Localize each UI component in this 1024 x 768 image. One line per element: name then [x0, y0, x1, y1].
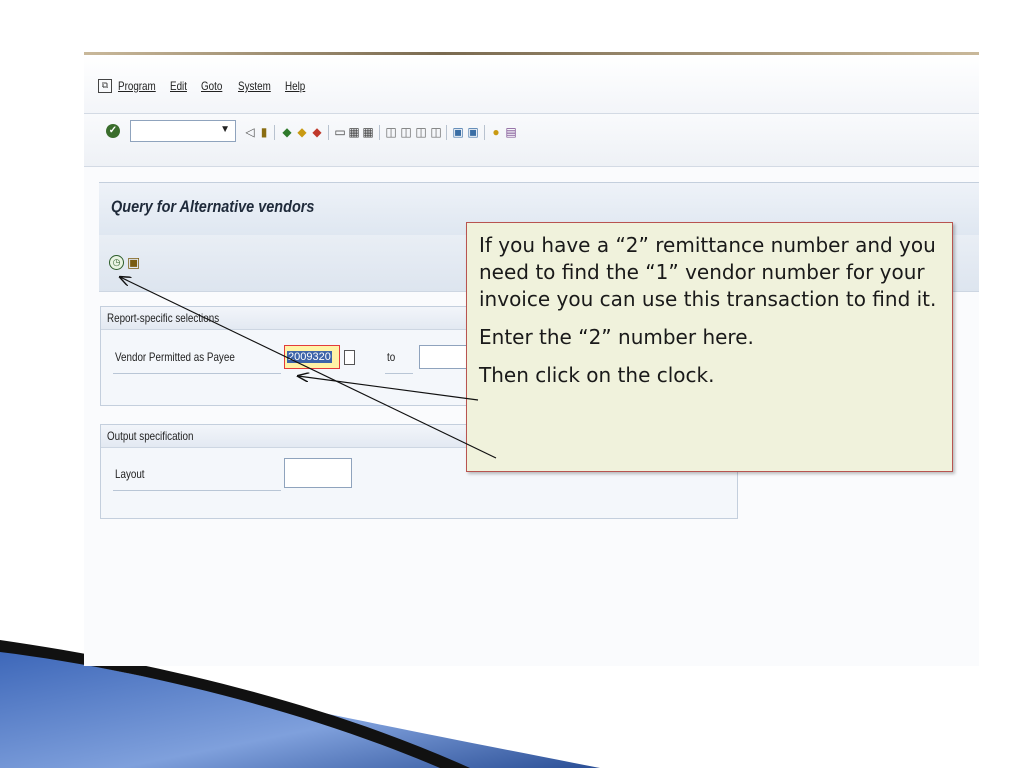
- toolbar-separator: [379, 125, 380, 140]
- callout-text-3: Then click on the clock.: [479, 363, 715, 387]
- instruction-callout: If you have a “2” remittance number and …: [466, 222, 953, 472]
- last-page-icon[interactable]: ◫: [430, 125, 442, 139]
- menu-help[interactable]: Help: [285, 79, 305, 93]
- find-icon[interactable]: ▦: [348, 125, 360, 139]
- menu-bar: ⧉ Program Edit Goto System Help: [84, 55, 979, 114]
- next-page-icon[interactable]: ◫: [415, 125, 427, 139]
- find-next-icon[interactable]: ▦: [362, 125, 374, 139]
- cancel-red-icon[interactable]: ◆: [311, 125, 323, 139]
- layout-label: Layout: [115, 467, 145, 481]
- layout-menu-icon[interactable]: ▤: [505, 125, 517, 139]
- vendor-label: Vendor Permitted as Payee: [115, 350, 235, 364]
- shortcut-icon[interactable]: ▣: [467, 125, 479, 139]
- layout-field[interactable]: [284, 458, 352, 488]
- toolbar-separator: [328, 125, 329, 140]
- menu-goto[interactable]: Goto: [201, 79, 222, 93]
- callout-text-2: Enter the “2” number here.: [479, 325, 754, 349]
- new-session-icon[interactable]: ▣: [452, 125, 464, 139]
- vendor-from-field[interactable]: 2009320: [284, 345, 340, 369]
- menu-program[interactable]: Program: [118, 79, 156, 93]
- label-underline: [385, 373, 413, 374]
- command-field[interactable]: ▼: [130, 120, 236, 142]
- enter-check-icon[interactable]: ✓: [106, 124, 120, 138]
- label-underline: [113, 490, 281, 491]
- output-spec-header: Output specification: [107, 429, 194, 443]
- first-page-icon[interactable]: ◫: [385, 125, 397, 139]
- previous-page-icon[interactable]: ◫: [400, 125, 412, 139]
- print-icon[interactable]: ▭: [334, 125, 346, 139]
- toolbar-separator: [274, 125, 275, 140]
- help-icon[interactable]: ●: [490, 125, 502, 139]
- menu-window-icon[interactable]: ⧉: [98, 79, 112, 93]
- menu-edit[interactable]: Edit: [170, 79, 187, 93]
- execute-clock-icon[interactable]: ◷: [109, 255, 124, 270]
- label-underline: [113, 373, 281, 374]
- callout-text-1: If you have a “2” remittance number and …: [479, 233, 937, 311]
- report-selections-header: Report-specific selections: [107, 311, 220, 325]
- to-label: to: [387, 350, 396, 364]
- exit-yellow-icon[interactable]: ◆: [296, 125, 308, 139]
- page-title: Query for Alternative vendors: [111, 197, 315, 216]
- save-icon[interactable]: ▮: [258, 125, 270, 139]
- get-variant-icon[interactable]: ▣: [127, 254, 140, 271]
- chevron-down-icon[interactable]: ▼: [220, 124, 230, 135]
- matchcode-icon[interactable]: [344, 350, 355, 365]
- menu-system[interactable]: System: [238, 79, 271, 93]
- toolbar-separator: [446, 125, 447, 140]
- vendor-from-value: 2009320: [287, 351, 332, 363]
- back-green-icon[interactable]: ◆: [281, 125, 293, 139]
- back-arrow-icon[interactable]: ◁: [244, 125, 256, 139]
- toolbar-separator: [484, 125, 485, 140]
